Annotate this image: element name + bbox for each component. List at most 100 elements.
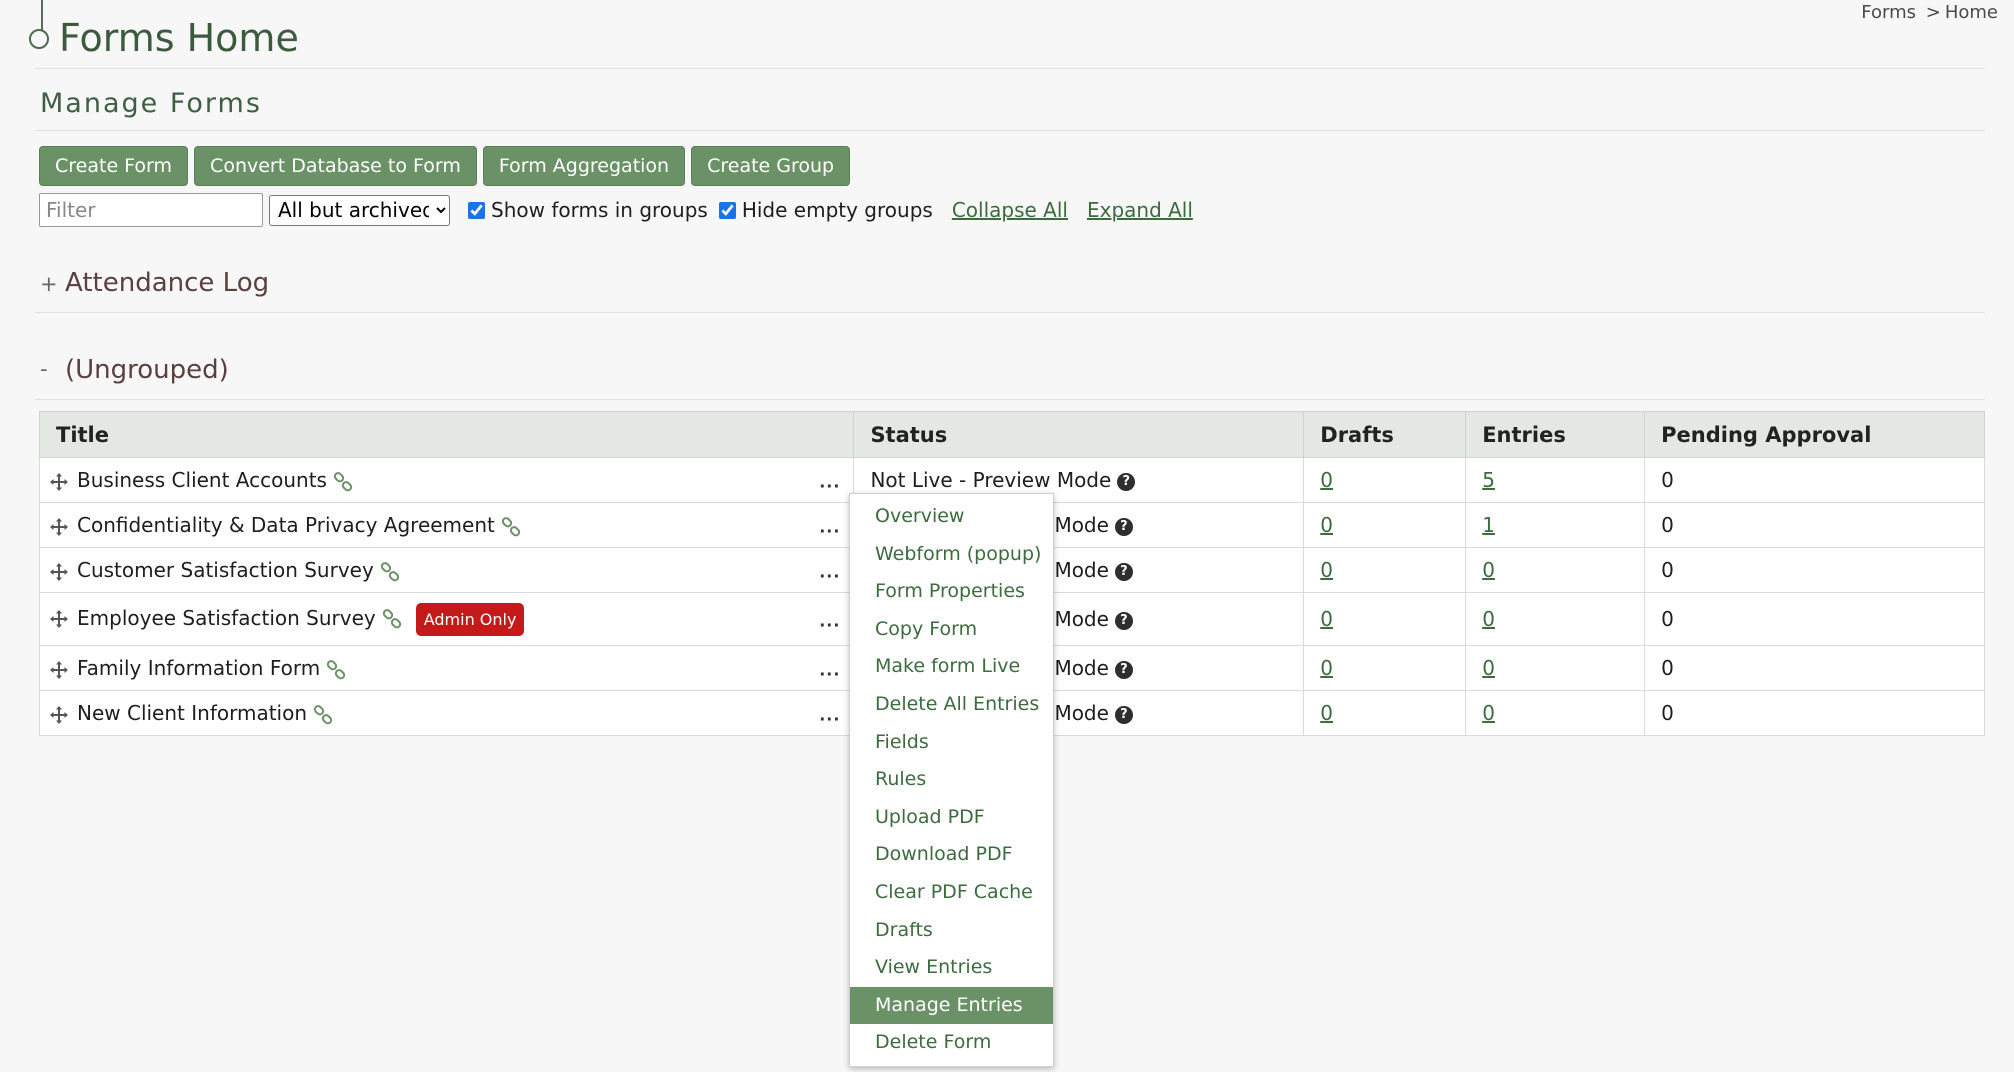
help-icon[interactable]: ? (1114, 660, 1133, 679)
pending-cell: 0 (1644, 645, 1985, 691)
drafts-cell: 0 (1303, 690, 1467, 736)
move-handle-icon[interactable] (49, 472, 69, 492)
divider (35, 68, 1985, 69)
drafts-cell: 0 (1303, 547, 1467, 593)
expand-all-link[interactable]: Expand All (1087, 198, 1193, 222)
form-aggregation-button[interactable]: Form Aggregation (482, 146, 686, 186)
title-cell: Business Client Accounts ... (38, 457, 855, 503)
help-icon[interactable]: ? (1114, 517, 1133, 536)
link-icon[interactable] (380, 561, 400, 582)
menu-item-delete-form[interactable]: Delete Form (850, 1024, 1053, 1062)
move-handle-icon[interactable] (49, 705, 69, 725)
move-handle-icon[interactable] (49, 517, 69, 537)
menu-item-delete-all-entries[interactable]: Delete All Entries (850, 686, 1053, 724)
column-header-status[interactable]: Status (853, 411, 1305, 458)
hide-empty-groups-check[interactable] (718, 201, 736, 219)
header-line (41, 0, 43, 30)
column-header-drafts[interactable]: Drafts (1303, 411, 1467, 458)
form-title: New Client Information (77, 701, 308, 725)
filter-input[interactable] (39, 193, 263, 227)
menu-item-copy-form[interactable]: Copy Form (850, 611, 1053, 649)
menu-item-upload-pdf[interactable]: Upload PDF (850, 799, 1053, 837)
hide-empty-groups-checkbox[interactable]: Hide empty groups (718, 198, 933, 222)
drafts-link[interactable]: 0 (1320, 607, 1333, 631)
divider (35, 399, 1985, 400)
pending-cell: 0 (1644, 457, 1985, 503)
row-menu-button[interactable]: ... (819, 472, 840, 491)
entries-link[interactable]: 0 (1482, 607, 1495, 631)
menu-item-make-live[interactable]: Make form Live (850, 648, 1053, 686)
show-in-groups-checkbox[interactable]: Show forms in groups (468, 198, 708, 222)
row-menu-button[interactable]: ... (819, 562, 840, 581)
create-group-button[interactable]: Create Group (691, 146, 851, 186)
menu-item-overview[interactable]: Overview (850, 498, 1053, 536)
entries-link[interactable]: 5 (1482, 468, 1495, 492)
entries-link[interactable]: 0 (1482, 558, 1495, 582)
link-icon[interactable] (501, 516, 521, 537)
drafts-link[interactable]: 0 (1320, 468, 1333, 492)
show-in-groups-check[interactable] (468, 201, 485, 219)
group-attendance-log[interactable]: Attendance Log (65, 268, 269, 298)
header-circle-icon (29, 29, 49, 49)
filter-bar: All but archived Show forms in groups Hi… (39, 193, 1193, 227)
form-title: Business Client Accounts (77, 468, 327, 492)
breadcrumb-home[interactable]: Home (1945, 2, 1998, 23)
create-form-button[interactable]: Create Form (39, 146, 189, 186)
link-icon[interactable] (326, 659, 346, 680)
menu-item-clear-pdf-cache[interactable]: Clear PDF Cache (850, 874, 1053, 912)
entries-link[interactable]: 1 (1482, 513, 1495, 537)
group-collapse-toggle[interactable]: - (40, 357, 48, 381)
column-header-pending[interactable]: Pending Approval (1644, 411, 1985, 458)
move-handle-icon[interactable] (49, 660, 69, 680)
entries-cell: 0 (1465, 645, 1646, 691)
convert-database-button[interactable]: Convert Database to Form (194, 146, 477, 186)
menu-item-manage-entries[interactable]: Manage Entries (850, 986, 1053, 1025)
admin-only-badge: Admin Only (415, 602, 525, 636)
move-handle-icon[interactable] (49, 609, 69, 629)
breadcrumb-forms[interactable]: Forms (1861, 2, 1916, 23)
help-icon[interactable]: ? (1114, 611, 1133, 630)
title-cell: Employee Satisfaction Survey Admin Only .… (38, 592, 855, 646)
status-text: Mode (1054, 701, 1109, 725)
menu-item-drafts[interactable]: Drafts (850, 912, 1053, 950)
show-in-groups-label: Show forms in groups (491, 198, 708, 222)
menu-item-form-properties[interactable]: Form Properties (850, 573, 1053, 611)
link-icon[interactable] (333, 471, 353, 492)
menu-item-view-entries[interactable]: View Entries (850, 949, 1053, 987)
help-icon[interactable]: ? (1117, 472, 1136, 491)
hide-empty-groups-label: Hide empty groups (741, 198, 933, 222)
entries-link[interactable]: 0 (1482, 656, 1495, 680)
status-text: Mode (1054, 513, 1109, 537)
row-menu-button[interactable]: ... (819, 660, 840, 679)
drafts-link[interactable]: 0 (1320, 513, 1333, 537)
entries-cell: 1 (1465, 502, 1646, 548)
drafts-link[interactable]: 0 (1320, 656, 1333, 680)
menu-item-download-pdf[interactable]: Download PDF (850, 836, 1053, 874)
archive-select[interactable]: All but archived (269, 194, 450, 226)
menu-item-fields[interactable]: Fields (850, 724, 1053, 762)
collapse-all-link[interactable]: Collapse All (952, 198, 1068, 222)
drafts-link[interactable]: 0 (1320, 701, 1333, 725)
row-menu-button[interactable]: ... (819, 611, 840, 630)
menu-item-rules[interactable]: Rules (850, 761, 1053, 799)
form-title: Employee Satisfaction Survey (77, 605, 376, 630)
move-handle-icon[interactable] (49, 562, 69, 582)
help-icon[interactable]: ? (1114, 705, 1133, 724)
help-icon[interactable]: ? (1114, 562, 1133, 581)
column-header-entries[interactable]: Entries (1465, 411, 1646, 458)
row-menu-button[interactable]: ... (819, 517, 840, 536)
entries-link[interactable]: 0 (1482, 701, 1495, 725)
entries-cell: 0 (1465, 592, 1646, 646)
status-text: Mode (1054, 656, 1109, 680)
row-menu-button[interactable]: ... (819, 705, 840, 724)
link-icon[interactable] (313, 704, 333, 725)
drafts-cell: 0 (1303, 502, 1467, 548)
group-expand-toggle[interactable]: + (40, 272, 58, 296)
form-title: Customer Satisfaction Survey (77, 558, 374, 582)
group-ungrouped[interactable]: (Ungrouped) (65, 355, 229, 385)
link-icon[interactable] (382, 609, 402, 629)
menu-item-webform-popup[interactable]: Webform (popup) (850, 536, 1053, 574)
column-header-title[interactable]: Title (38, 411, 855, 458)
drafts-link[interactable]: 0 (1320, 558, 1333, 582)
breadcrumb-separator: > (1925, 2, 1941, 23)
